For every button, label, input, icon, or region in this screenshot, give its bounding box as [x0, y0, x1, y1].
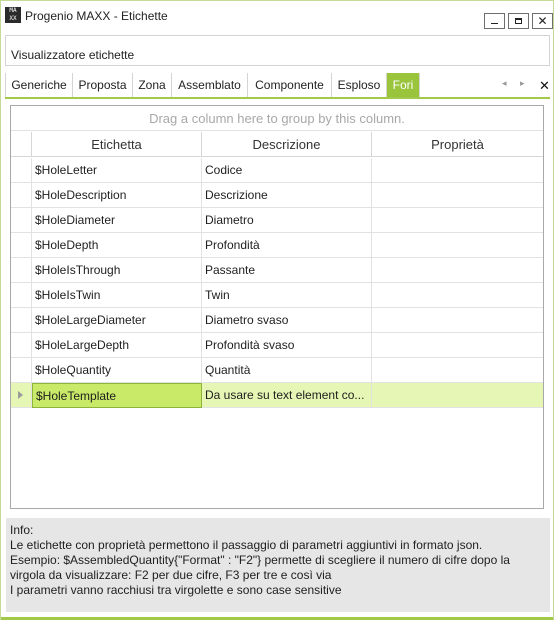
viewer-title: Visualizzatore etichette — [11, 48, 135, 62]
cell-etichetta[interactable]: $HoleTemplate — [32, 383, 202, 408]
cell-proprieta[interactable] — [372, 333, 543, 358]
row-indicator[interactable] — [11, 233, 32, 258]
row-indicator[interactable] — [11, 208, 32, 233]
cell-proprieta[interactable] — [372, 158, 543, 183]
tab-strip: Generiche Proposta Zona Assemblato Compo… — [5, 73, 550, 99]
column-header-label: Etichetta — [91, 136, 142, 152]
table-row[interactable]: $HoleLargeDepth Profondità svaso — [11, 333, 543, 358]
cell-etichetta[interactable]: $HoleDescription — [32, 183, 202, 208]
cell-descrizione[interactable]: Quantità — [202, 358, 372, 383]
row-indicator-header — [11, 132, 32, 157]
cell-etichetta[interactable]: $HoleIsTwin — [32, 283, 202, 308]
cell-descrizione[interactable]: Twin — [202, 283, 372, 308]
table-row[interactable]: $HoleLargeDiameter Diametro svaso — [11, 308, 543, 333]
tab-close-icon[interactable]: ✕ — [539, 78, 550, 94]
cell-proprieta[interactable] — [372, 233, 543, 258]
info-text: virgola da visualizzare: F2 per due cifr… — [10, 568, 332, 582]
cell-descrizione[interactable]: Profondità svaso — [202, 333, 372, 358]
tab-scroll-left-icon[interactable]: ◂ — [502, 78, 507, 89]
table-row[interactable]: $HoleQuantity Quantità — [11, 358, 543, 383]
cell-descrizione[interactable]: Codice — [202, 158, 372, 183]
row-indicator[interactable] — [11, 383, 32, 408]
tab-label: Assemblato — [178, 78, 241, 92]
main-window: MA XX Progenio MAXX - Etichette ✕ Visual… — [0, 0, 554, 620]
row-indicator[interactable] — [11, 183, 32, 208]
minimize-icon — [491, 22, 498, 24]
labels-grid[interactable]: Drag a column here to group by this colu… — [10, 105, 544, 509]
cell-proprieta[interactable] — [372, 283, 543, 308]
cell-etichetta[interactable]: $HoleDiameter — [32, 208, 202, 233]
column-header-descrizione[interactable]: Descrizione — [202, 132, 372, 157]
cell-etichetta[interactable]: $HoleLargeDiameter — [32, 308, 202, 333]
tab-esploso[interactable]: Esploso — [332, 73, 387, 97]
cell-descrizione[interactable]: Diametro svaso — [202, 308, 372, 333]
column-header-proprieta[interactable]: Proprietà — [372, 132, 543, 157]
cell-proprieta[interactable] — [372, 183, 543, 208]
cell-proprieta[interactable] — [372, 208, 543, 233]
tab-label: Generiche — [11, 78, 67, 92]
maximize-icon — [515, 18, 522, 24]
tab-assemblato[interactable]: Assemblato — [172, 73, 248, 97]
tab-scroll-right-icon[interactable]: ▸ — [520, 78, 525, 89]
info-heading: Info: — [10, 523, 34, 537]
table-row[interactable]: $HoleDiameter Diametro — [11, 208, 543, 233]
tab-label: Zona — [138, 78, 166, 92]
column-header-label: Descrizione — [252, 136, 321, 152]
window-title: Progenio MAXX - Etichette — [25, 9, 168, 23]
group-by-panel[interactable]: Drag a column here to group by this colu… — [11, 106, 543, 131]
cell-etichetta[interactable]: $HoleDepth — [32, 233, 202, 258]
column-header-etichetta[interactable]: Etichetta — [32, 132, 202, 157]
row-indicator[interactable] — [11, 308, 32, 333]
cell-etichetta[interactable]: $HoleLargeDepth — [32, 333, 202, 358]
header-panel: Visualizzatore etichette — [5, 35, 550, 66]
cell-proprieta[interactable] — [372, 258, 543, 283]
tab-fori[interactable]: Fori — [387, 73, 420, 97]
table-row[interactable]: $HoleLetter Codice — [11, 158, 543, 183]
logo-bottom-text: XX — [9, 15, 17, 22]
tab-label: Componente — [255, 78, 324, 92]
cell-proprieta[interactable] — [372, 383, 543, 408]
row-indicator[interactable] — [11, 258, 32, 283]
tab-zona[interactable]: Zona — [133, 73, 172, 97]
logo-top-text: MA — [9, 7, 17, 14]
maximize-button[interactable] — [508, 13, 529, 29]
cell-proprieta[interactable] — [372, 358, 543, 383]
tab-generiche[interactable]: Generiche — [5, 73, 73, 97]
table-row[interactable]: $HoleIsTwin Twin — [11, 283, 543, 308]
cell-etichetta[interactable]: $HoleLetter — [32, 158, 202, 183]
cell-descrizione[interactable]: Da usare su text element co... — [202, 383, 372, 408]
close-icon: ✕ — [537, 14, 548, 28]
close-button[interactable]: ✕ — [532, 13, 553, 29]
tab-proposta[interactable]: Proposta — [73, 73, 133, 97]
info-panel: Info: Le etichette con proprietà permett… — [6, 518, 550, 612]
row-indicator[interactable] — [11, 358, 32, 383]
column-header-label: Proprietà — [431, 136, 484, 152]
tab-componente[interactable]: Componente — [248, 73, 332, 97]
cell-descrizione[interactable]: Passante — [202, 258, 372, 283]
info-text: I parametri vanno racchiusi tra virgolet… — [10, 583, 342, 597]
current-row-arrow-icon — [18, 391, 23, 399]
table-row[interactable]: $HoleDescription Descrizione — [11, 183, 543, 208]
cell-descrizione[interactable]: Descrizione — [202, 183, 372, 208]
info-text: Le etichette con proprietà permettono il… — [10, 538, 483, 552]
cell-descrizione[interactable]: Profondità — [202, 233, 372, 258]
table-row[interactable]: $HoleDepth Profondità — [11, 233, 543, 258]
info-text: Esempio: $AssembledQuantity{"Format" : "… — [10, 553, 510, 567]
cell-etichetta[interactable]: $HoleIsThrough — [32, 258, 202, 283]
cell-proprieta[interactable] — [372, 308, 543, 333]
table-row-selected[interactable]: $HoleTemplate Da usare su text element c… — [11, 383, 543, 408]
tab-label: Fori — [392, 78, 414, 92]
row-indicator[interactable] — [11, 333, 32, 358]
minimize-button[interactable] — [484, 13, 505, 29]
tab-label: Proposta — [78, 78, 127, 92]
title-bar[interactable]: MA XX Progenio MAXX - Etichette ✕ — [1, 1, 553, 33]
row-indicator[interactable] — [11, 283, 32, 308]
cell-etichetta[interactable]: $HoleQuantity — [32, 358, 202, 383]
tab-label: Esploso — [337, 78, 381, 92]
app-logo-icon: MA XX — [5, 7, 21, 23]
row-indicator[interactable] — [11, 158, 32, 183]
table-row[interactable]: $HoleIsThrough Passante — [11, 258, 543, 283]
cell-descrizione[interactable]: Diametro — [202, 208, 372, 233]
